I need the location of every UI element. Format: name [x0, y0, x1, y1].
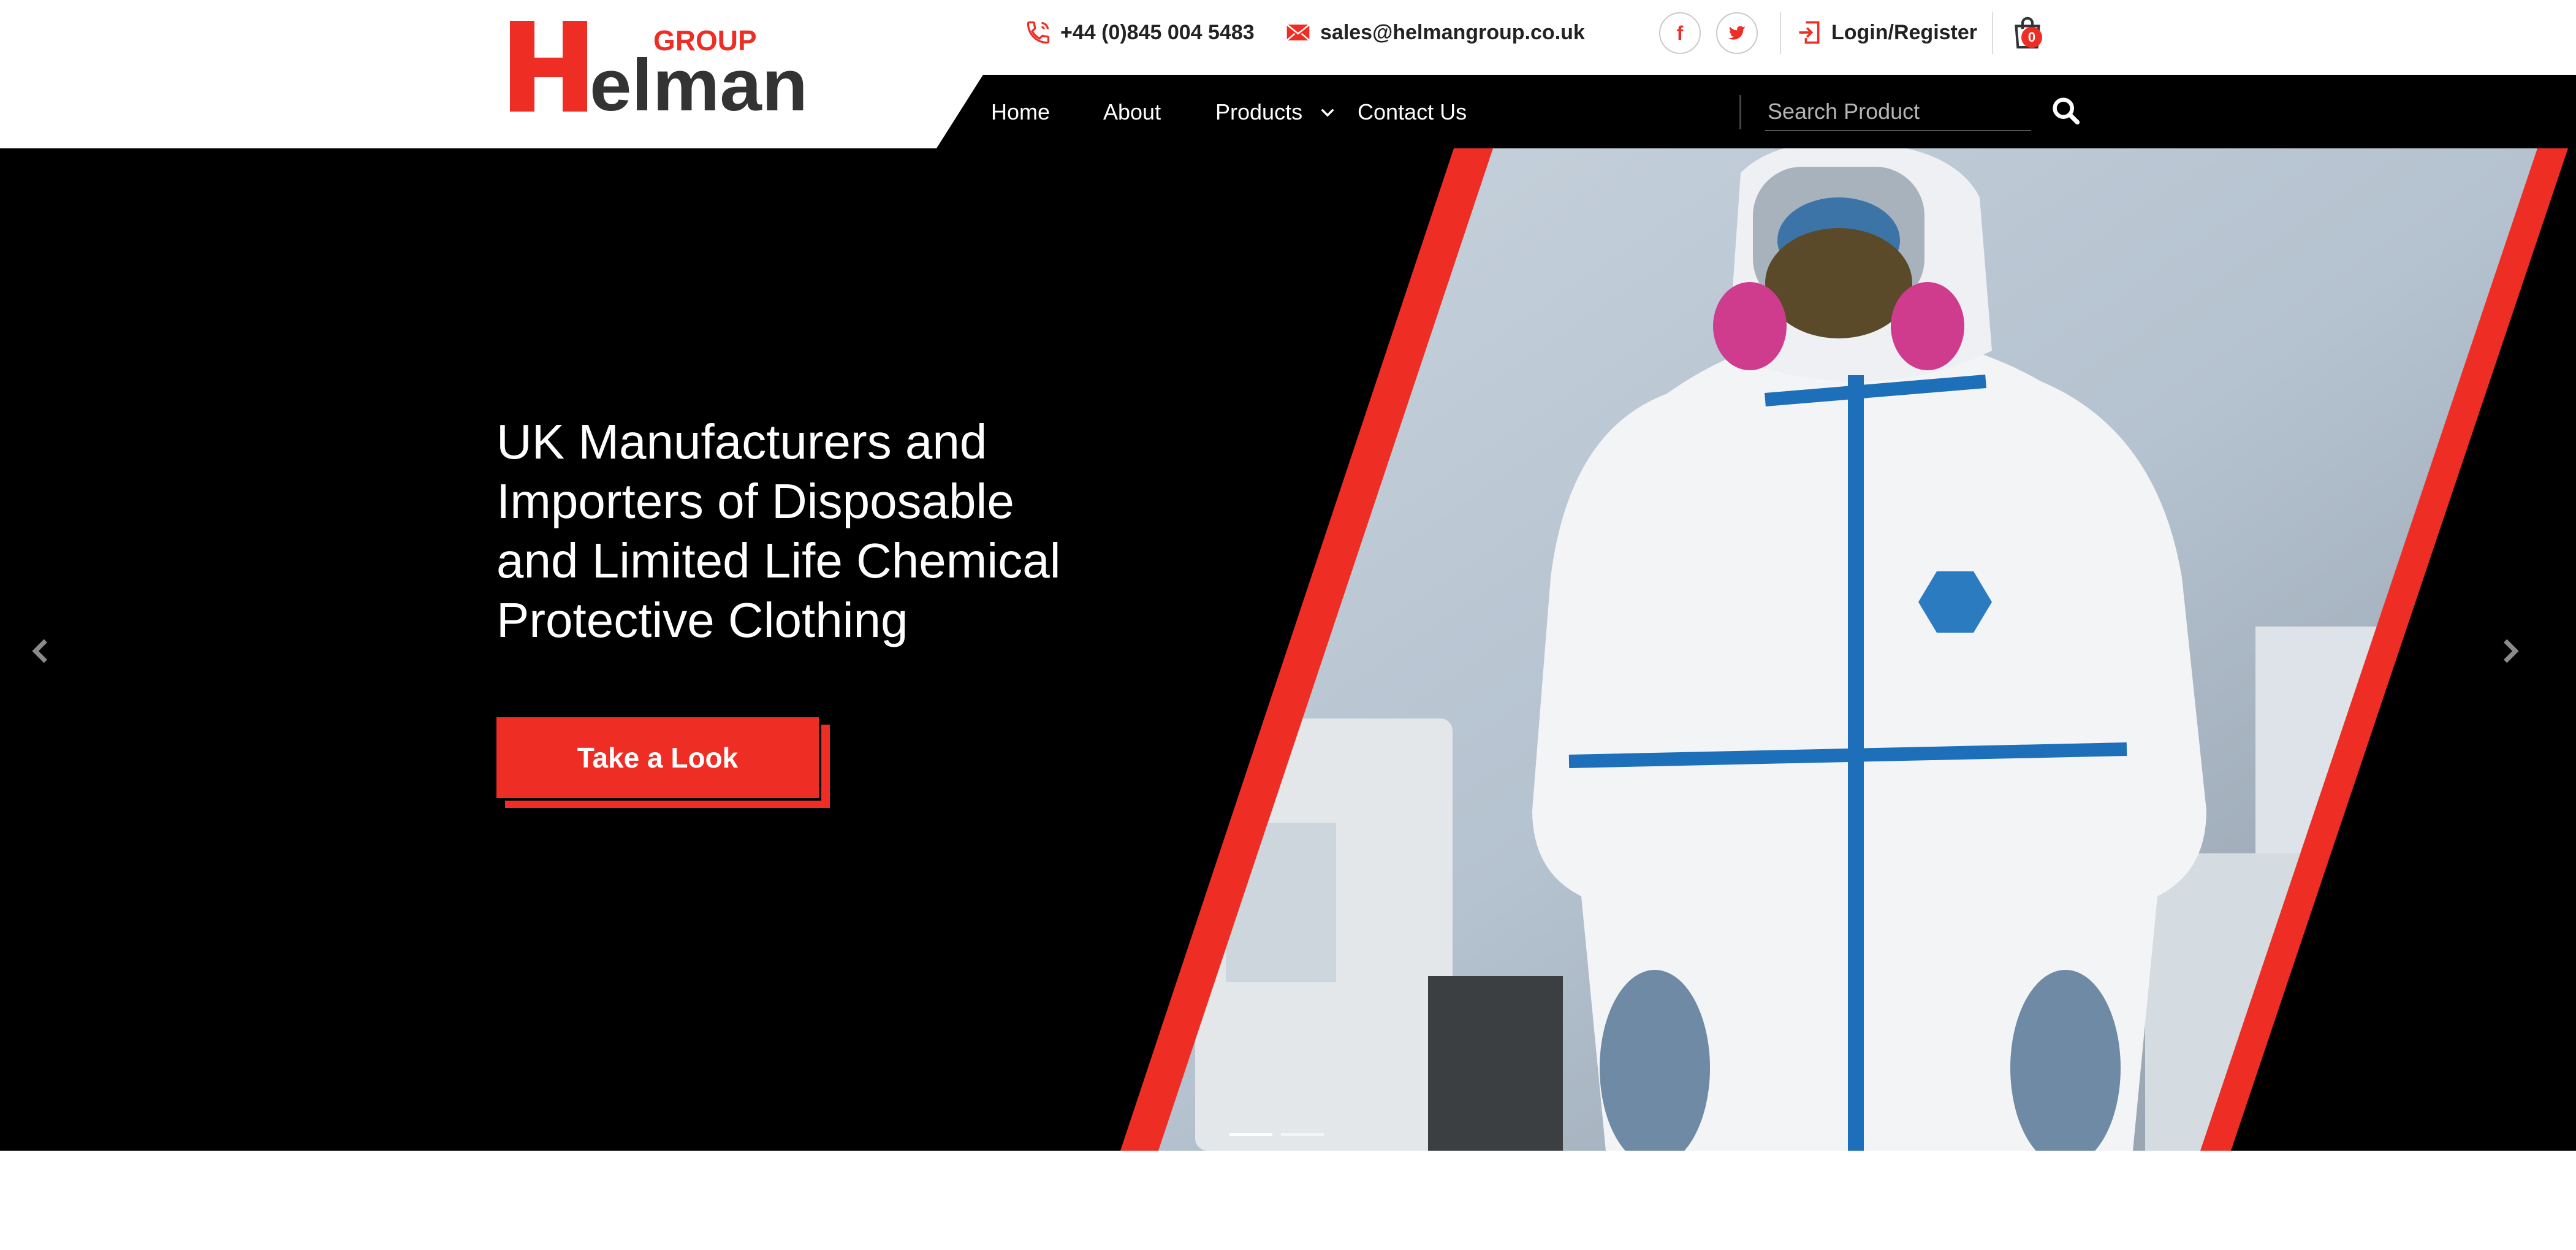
slider-next-button[interactable] — [2492, 627, 2529, 676]
slider-indicators — [1229, 1133, 1324, 1136]
divider — [1780, 12, 1781, 54]
hero-title: UK Manufacturers and Importers of Dispos… — [496, 414, 1061, 647]
site-header: GROUP elman +44 (0)845 004 5483 sales@he… — [0, 0, 2576, 148]
facebook-icon[interactable]: f — [1659, 12, 1701, 54]
hero-slider: UK Manufacturers and Importers of Dispos… — [0, 148, 2576, 1151]
chevron-left-icon — [32, 639, 47, 663]
nav-about[interactable]: About — [1103, 95, 1161, 129]
mail-icon — [1285, 19, 1312, 46]
login-label[interactable]: Login/Register — [1831, 21, 1977, 45]
login-register-link[interactable]: Login/Register — [1796, 18, 1977, 47]
phone-contact[interactable]: +44 (0)845 004 5483 — [1025, 18, 1255, 47]
cart-count-badge: 0 — [2021, 27, 2042, 48]
search-input[interactable] — [1765, 93, 2031, 131]
email-contact[interactable]: sales@helmangroup.co.uk — [1285, 18, 1585, 47]
slider-dot-2[interactable] — [1281, 1133, 1324, 1136]
slider-dot-1[interactable] — [1229, 1133, 1272, 1136]
take-a-look-button[interactable]: Take a Look — [496, 717, 821, 801]
divider — [1992, 12, 1993, 54]
twitter-icon[interactable] — [1716, 12, 1758, 54]
phone-number[interactable]: +44 (0)845 004 5483 — [1060, 21, 1255, 45]
email-address[interactable]: sales@helmangroup.co.uk — [1320, 21, 1585, 45]
chevron-right-icon — [2504, 639, 2519, 663]
hero-image-protective-suit — [1120, 148, 2568, 1151]
chevron-down-icon[interactable] — [1318, 103, 1337, 123]
slider-prev-button[interactable] — [22, 627, 59, 676]
search-icon[interactable] — [2050, 95, 2082, 127]
nav-contact-us[interactable]: Contact Us — [1358, 95, 1467, 129]
nav-products[interactable]: Products — [1215, 95, 1302, 129]
phone-icon — [1025, 19, 1052, 46]
login-icon — [1796, 19, 1823, 46]
nav-home[interactable]: Home — [991, 95, 1050, 129]
nav-divider — [1739, 95, 1741, 129]
